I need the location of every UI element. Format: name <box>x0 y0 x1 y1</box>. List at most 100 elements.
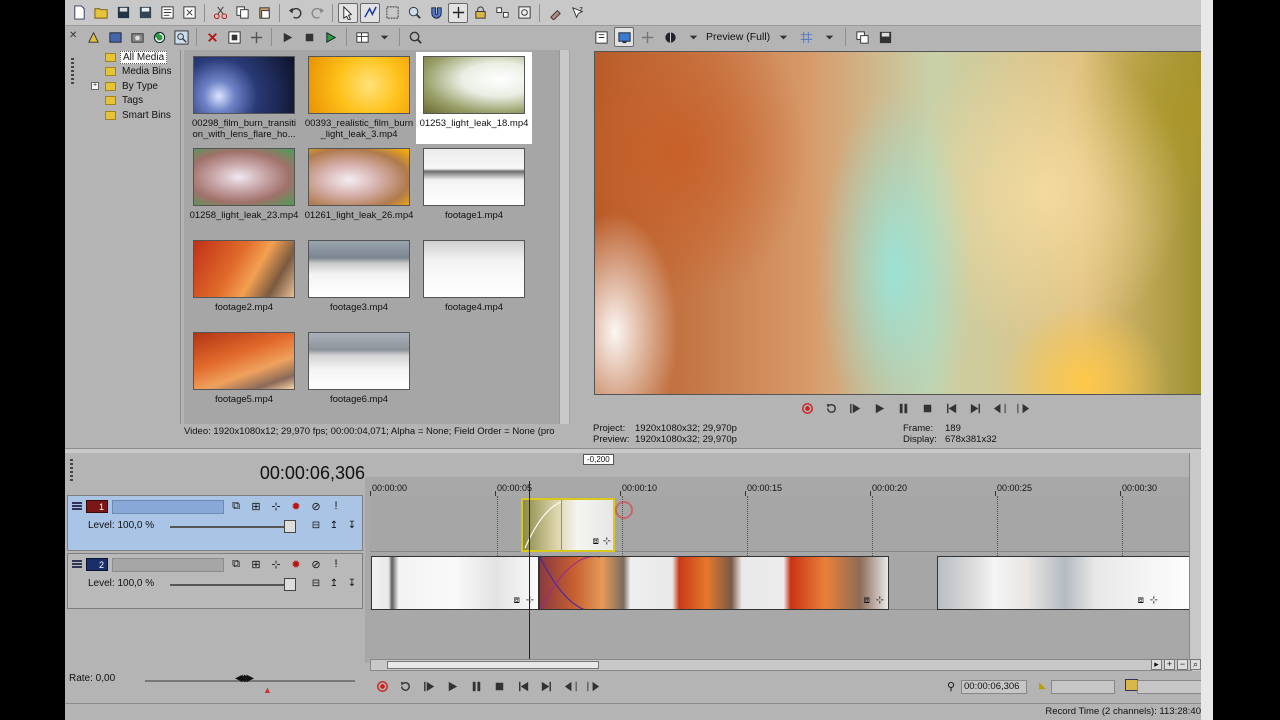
rate-slider-handle-icon[interactable]: ◀◆▶ <box>235 673 254 684</box>
crop-icon[interactable]: ⧈ <box>864 595 870 606</box>
track-name-field[interactable] <box>112 500 224 514</box>
record-icon[interactable] <box>373 676 392 696</box>
expand-track-icon[interactable]: ⊟ <box>310 577 322 589</box>
media-fx-icon[interactable] <box>224 27 244 47</box>
tree-item[interactable]: Media Bins <box>83 65 180 80</box>
new-icon[interactable] <box>69 3 89 23</box>
preview-quality-dropdown[interactable]: Preview (Full) <box>706 31 770 43</box>
views-icon[interactable] <box>352 27 372 47</box>
split-screen-icon[interactable] <box>660 27 680 47</box>
tree-item[interactable]: Smart Bins <box>83 108 180 123</box>
event-fx-icon[interactable]: ⊹ <box>603 536 611 547</box>
go-to-end-icon[interactable] <box>538 676 557 696</box>
track-menu-icon[interactable] <box>72 502 82 510</box>
track-motion-icon[interactable]: ⊹ <box>268 499 284 513</box>
media-generator-icon[interactable] <box>246 27 266 47</box>
copy-icon[interactable] <box>232 3 252 23</box>
footage-event[interactable]: ⧈ ⊹ <box>937 556 1193 610</box>
normal-edit-icon[interactable] <box>338 2 358 23</box>
media-thumbnail[interactable]: 00393_realistic_film_burn _light_leak_3.… <box>301 52 417 144</box>
get-media-icon[interactable] <box>127 27 147 47</box>
crop-icon[interactable]: ⧈ <box>514 595 520 606</box>
media-scrollbar[interactable] <box>559 50 569 424</box>
record-icon[interactable] <box>797 398 817 418</box>
chevron-down-icon[interactable] <box>374 27 394 47</box>
crop-icon[interactable]: ⧈ <box>593 536 599 547</box>
crop-icon[interactable]: ⧈ <box>1138 595 1144 606</box>
compositing-mode-icon[interactable]: ⧉ <box>228 557 244 571</box>
stop-icon[interactable] <box>917 398 937 418</box>
next-frame-icon[interactable] <box>1013 398 1033 418</box>
mute-icon[interactable]: ⊘ <box>308 557 324 571</box>
go-to-end-icon[interactable] <box>965 398 985 418</box>
track-level-slider[interactable] <box>170 526 296 528</box>
child-icon[interactable]: ↧ <box>346 577 358 589</box>
ignore-grouping-icon[interactable] <box>492 3 512 23</box>
previous-frame-icon[interactable] <box>989 398 1009 418</box>
track-level-knob[interactable] <box>284 520 296 533</box>
tree-item[interactable]: Tags <box>83 94 180 109</box>
plugin-icon[interactable] <box>545 3 565 23</box>
light-leak-event[interactable]: ⧈ ⊹ <box>521 498 615 552</box>
track-header-2[interactable]: 2 ⧉ ⊞ ⊹ ✹ ⊘ ! Level: 100,0 % ⊟ ↥ ↧ <box>67 553 363 609</box>
save-as-icon[interactable] <box>135 3 155 23</box>
scroll-right-icon[interactable]: ▸ <box>1151 659 1162 670</box>
save-snapshot-icon[interactable] <box>875 27 895 47</box>
media-thumbnail[interactable]: 01253_light_leak_18.mp4 <box>416 52 532 144</box>
track-level-knob[interactable] <box>284 578 296 591</box>
track-fx-icon[interactable]: ✹ <box>288 557 304 571</box>
play-icon[interactable] <box>444 676 463 696</box>
zoom-in-icon[interactable]: + <box>1164 659 1175 670</box>
track-header-1[interactable]: 1 ⧉ ⊞ ⊹ ✹ ⊘ ! Level: 100,0 % ⊟ ↥ ↧ <box>67 495 363 551</box>
video-fx-icon[interactable] <box>637 27 657 47</box>
compositing-mode-icon[interactable]: ⧉ <box>228 499 244 513</box>
loop-playback-icon[interactable] <box>821 398 841 418</box>
timeline-horizontal-scrollbar[interactable] <box>370 659 1192 671</box>
preview-properties-icon[interactable] <box>591 27 611 47</box>
external-monitor-icon[interactable] <box>614 27 634 47</box>
event-fx-icon[interactable]: ⊹ <box>876 595 884 606</box>
mute-icon[interactable]: ⊘ <box>308 499 324 513</box>
chevron-down-icon[interactable] <box>819 27 839 47</box>
go-to-start-icon[interactable] <box>941 398 961 418</box>
zoom-tool-icon[interactable]: ⌕ <box>1190 659 1201 670</box>
search-media-icon[interactable] <box>171 27 191 47</box>
timeline-vertical-scrollbar[interactable] <box>1189 453 1201 671</box>
make-compositing-child-icon[interactable]: ⊞ <box>248 499 264 513</box>
selection-length-field[interactable] <box>1137 680 1203 694</box>
media-thumbnail[interactable]: footage3.mp4 <box>301 236 417 328</box>
child-icon[interactable]: ↧ <box>346 519 358 531</box>
cursor-time-field[interactable]: 00:00:06,306 <box>961 680 1027 694</box>
tree-item[interactable]: All Media <box>83 50 180 65</box>
envelope-edit-icon[interactable] <box>360 2 380 23</box>
media-thumbnail[interactable]: footage1.mp4 <box>416 144 532 236</box>
chevron-down-icon[interactable] <box>683 27 703 47</box>
playhead-cursor[interactable] <box>529 481 530 661</box>
previous-frame-icon[interactable] <box>561 676 580 696</box>
remove-icon[interactable] <box>202 27 222 47</box>
snapping-icon[interactable] <box>426 3 446 23</box>
event-fx-icon[interactable]: ⊹ <box>1150 595 1158 606</box>
media-thumbnail[interactable]: footage6.mp4 <box>301 328 417 420</box>
go-to-start-icon[interactable] <box>514 676 533 696</box>
paste-icon[interactable] <box>254 3 274 23</box>
open-icon[interactable] <box>91 3 111 23</box>
track-fx-icon[interactable]: ✹ <box>288 499 304 513</box>
play-from-start-icon[interactable] <box>845 398 865 418</box>
media-thumbnail[interactable]: 01261_light_leak_26.mp4 <box>301 144 417 236</box>
solo-icon[interactable]: ! <box>328 557 344 571</box>
zoom-out-icon[interactable]: − <box>1177 659 1188 670</box>
play-from-start-icon[interactable] <box>420 676 439 696</box>
refresh-icon[interactable] <box>149 27 169 47</box>
play-icon[interactable] <box>277 27 297 47</box>
track-menu-icon[interactable] <box>72 560 82 568</box>
copy-snapshot-icon[interactable] <box>852 27 872 47</box>
solo-icon[interactable]: ! <box>328 499 344 513</box>
lock-icon[interactable] <box>470 3 490 23</box>
time-ruler[interactable]: 00:00:00 00:00:05 00:00:10 00:00:15 00:00:20… <box>370 481 1192 497</box>
loop-playback-icon[interactable] <box>397 676 416 696</box>
selection-icon[interactable] <box>382 3 402 23</box>
next-frame-icon[interactable] <box>585 676 604 696</box>
track-lane-1[interactable] <box>370 496 1192 552</box>
media-thumbnail[interactable]: footage5.mp4 <box>186 328 302 420</box>
